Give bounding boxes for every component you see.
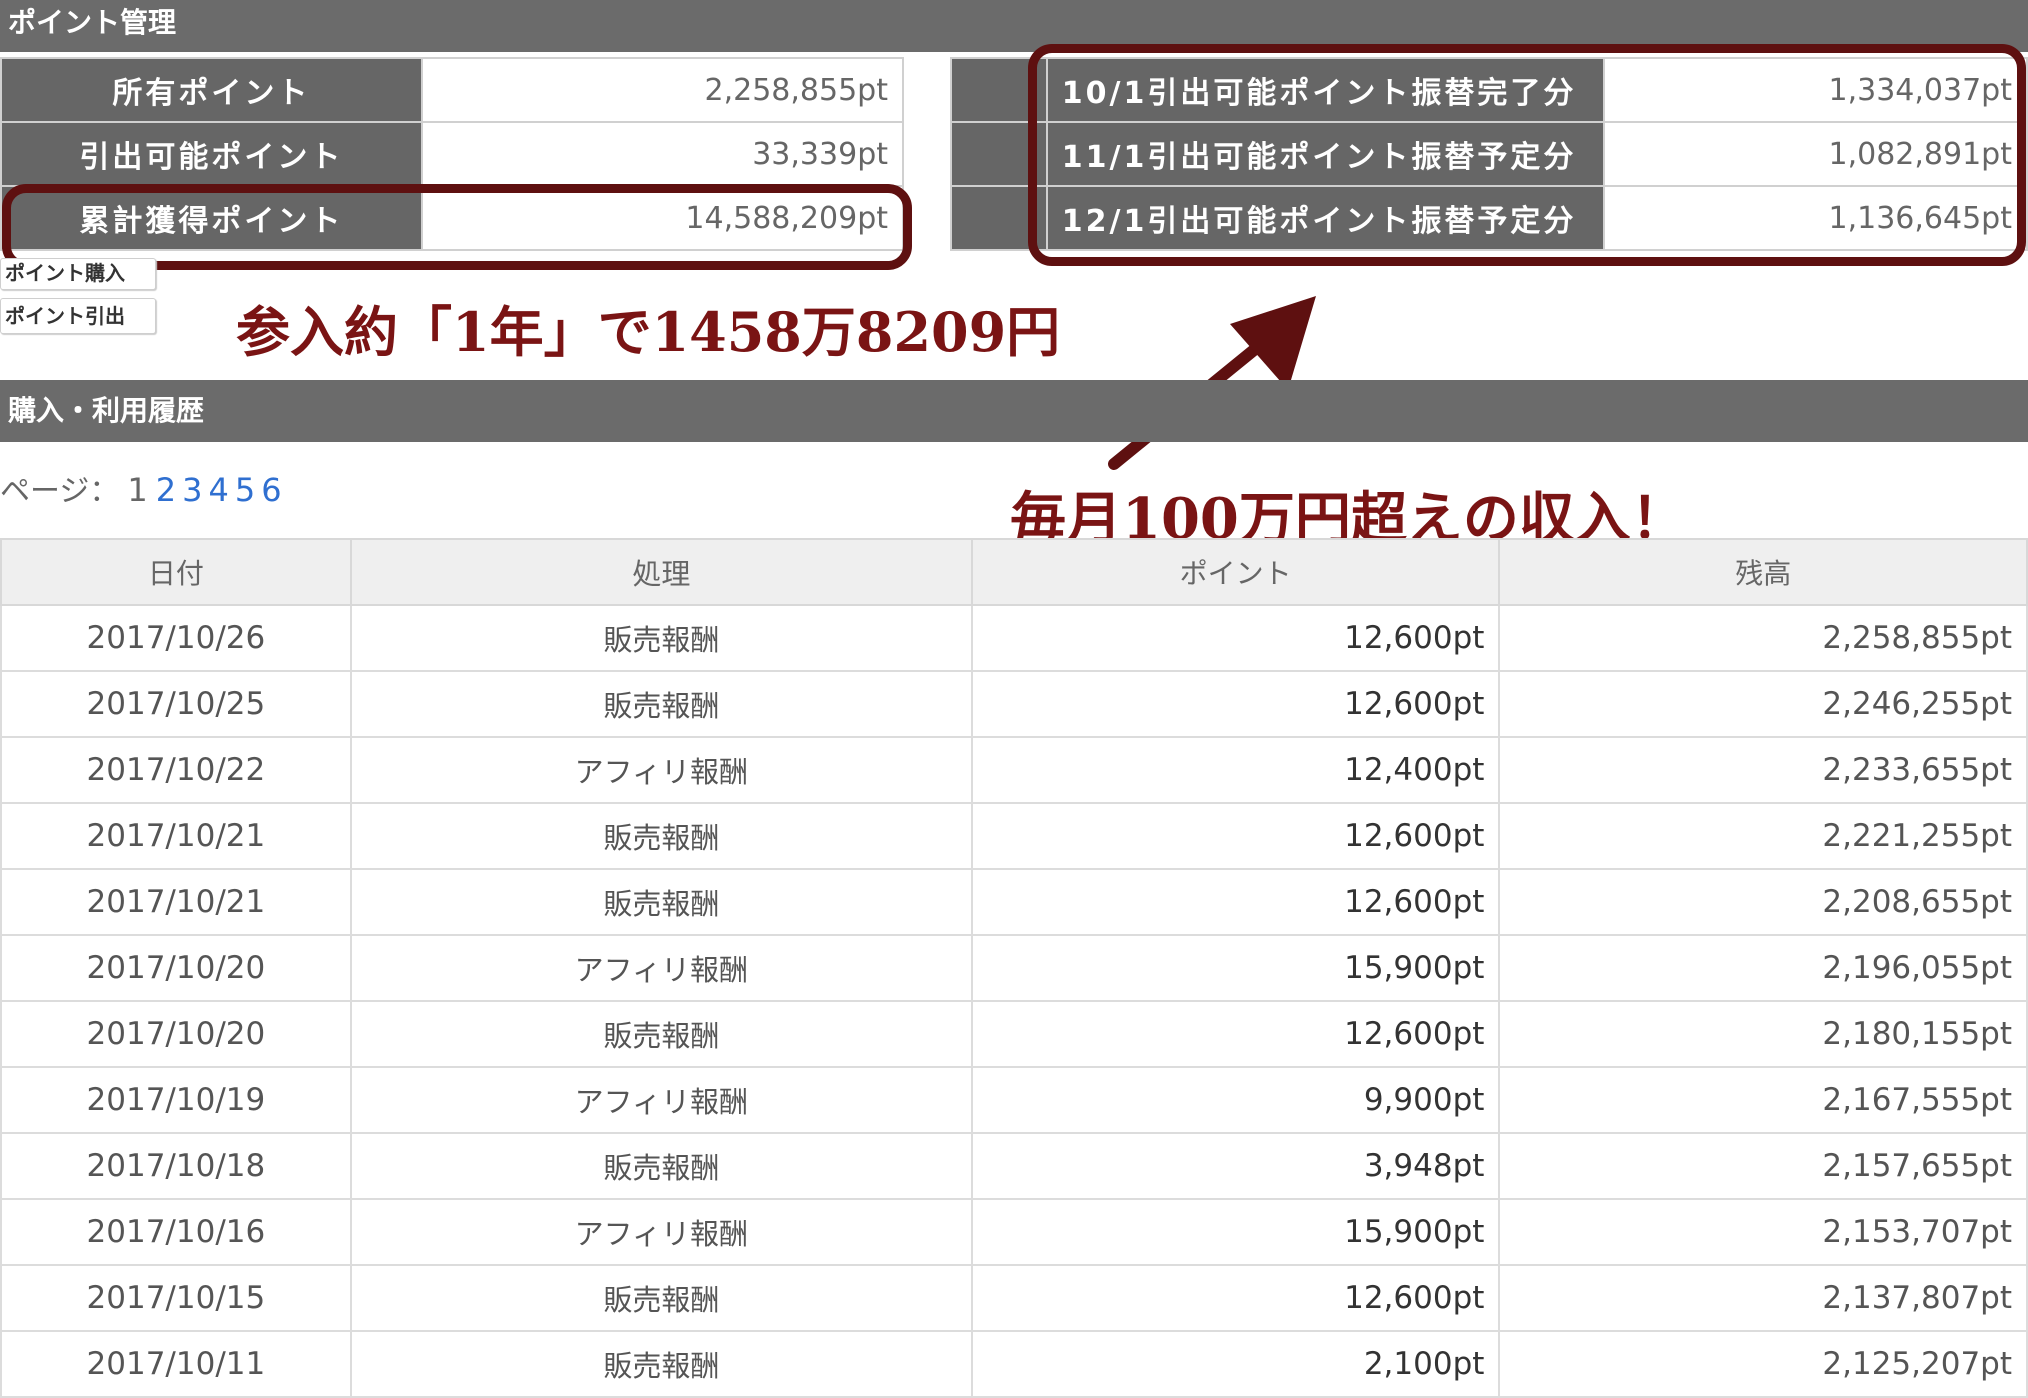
row-date: 2017/10/19: [0, 1066, 352, 1134]
page-link-3[interactable]: 3: [182, 471, 202, 509]
row-date: 2017/10/22: [0, 736, 352, 804]
highlight-transfer-box: [1028, 44, 2026, 266]
row-points: 15,900pt: [970, 1198, 1501, 1266]
row-points: 2,100pt: [970, 1330, 1501, 1398]
history-header: 購入・利用履歴: [0, 380, 2028, 442]
row-points: 12,600pt: [970, 604, 1501, 672]
withdrawable-points-value: 33,339pt: [420, 121, 905, 187]
row-balance: 2,196,055pt: [1498, 934, 2028, 1002]
table-row: 2017/10/18 販売報酬 3,948pt 2,157,655pt: [0, 1132, 2028, 1200]
table-row: 2017/10/11 販売報酬 2,100pt 2,125,207pt: [0, 1330, 2028, 1398]
total-earnings-note: 参入約「1年」で1458万8209円: [236, 300, 1061, 364]
table-row: 2017/10/16 アフィリ報酬 15,900pt 2,153,707pt: [0, 1198, 2028, 1266]
row-process: 販売報酬: [349, 604, 973, 672]
row-balance: 2,233,655pt: [1498, 736, 2028, 804]
row-points: 9,900pt: [970, 1066, 1501, 1134]
row-points: 12,600pt: [970, 802, 1501, 870]
row-process: アフィリ報酬: [349, 736, 973, 804]
table-row: 2017/10/19 アフィリ報酬 9,900pt 2,167,555pt: [0, 1066, 2028, 1134]
owned-points-label: 所有ポイント: [0, 57, 423, 123]
row-balance: 2,153,707pt: [1498, 1198, 2028, 1266]
summary-row: 引出可能ポイント 33,339pt: [0, 121, 905, 187]
row-process: 販売報酬: [349, 1000, 973, 1068]
row-date: 2017/10/16: [0, 1198, 352, 1266]
row-points: 12,600pt: [970, 868, 1501, 936]
row-points: 3,948pt: [970, 1132, 1501, 1200]
row-balance: 2,208,655pt: [1498, 868, 2028, 936]
row-points: 12,400pt: [970, 736, 1501, 804]
table-row: 2017/10/25 販売報酬 12,600pt 2,246,255pt: [0, 670, 2028, 738]
row-process: 販売報酬: [349, 1264, 973, 1332]
row-date: 2017/10/21: [0, 868, 352, 936]
row-balance: 2,157,655pt: [1498, 1132, 2028, 1200]
row-balance: 2,221,255pt: [1498, 802, 2028, 870]
row-process: 販売報酬: [349, 868, 973, 936]
page-link-5[interactable]: 5: [235, 471, 255, 509]
row-date: 2017/10/20: [0, 934, 352, 1002]
row-process: アフィリ報酬: [349, 934, 973, 1002]
row-points: 12,600pt: [970, 670, 1501, 738]
col-points-header: ポイント: [970, 538, 1501, 606]
row-process: 販売報酬: [349, 1330, 973, 1398]
row-date: 2017/10/26: [0, 604, 352, 672]
point-withdraw-button[interactable]: ポイント引出: [0, 298, 156, 334]
page-title: ポイント管理: [8, 6, 177, 39]
row-date: 2017/10/20: [0, 1000, 352, 1068]
page-link-6[interactable]: 6: [261, 471, 281, 509]
row-balance: 2,180,155pt: [1498, 1000, 2028, 1068]
history-table-body: 2017/10/26 販売報酬 12,600pt 2,258,855pt 2017/10…: [0, 604, 2028, 1398]
pager-label: ページ：: [0, 474, 120, 509]
table-row: 2017/10/26 販売報酬 12,600pt 2,258,855pt: [0, 604, 2028, 672]
col-balance-header: 残高: [1498, 538, 2028, 606]
row-points: 15,900pt: [970, 934, 1501, 1002]
row-process: アフィリ報酬: [349, 1198, 973, 1266]
table-row: 2017/10/22 アフィリ報酬 12,400pt 2,233,655pt: [0, 736, 2028, 804]
col-date-header: 日付: [0, 538, 352, 606]
row-date: 2017/10/15: [0, 1264, 352, 1332]
owned-points-value: 2,258,855pt: [420, 57, 905, 123]
row-date: 2017/10/18: [0, 1132, 352, 1200]
table-row: 2017/10/15 販売報酬 12,600pt 2,137,807pt: [0, 1264, 2028, 1332]
page-link-2[interactable]: 2: [156, 471, 176, 509]
row-balance: 2,167,555pt: [1498, 1066, 2028, 1134]
history-table: 日付 処理 ポイント 残高 2017/10/26 販売報酬 12,600pt 2,25…: [0, 538, 2028, 1398]
row-balance: 2,125,207pt: [1498, 1330, 2028, 1398]
row-date: 2017/10/25: [0, 670, 352, 738]
row-date: 2017/10/11: [0, 1330, 352, 1398]
row-points: 12,600pt: [970, 1264, 1501, 1332]
pagination: ページ： 1 2 3 4 5 6: [0, 466, 288, 510]
table-row: 2017/10/20 販売報酬 12,600pt 2,180,155pt: [0, 1000, 2028, 1068]
row-points: 12,600pt: [970, 1000, 1501, 1068]
row-balance: 2,246,255pt: [1498, 670, 2028, 738]
row-date: 2017/10/21: [0, 802, 352, 870]
page-link-4[interactable]: 4: [208, 471, 228, 509]
summary-row: 所有ポイント 2,258,855pt: [0, 57, 905, 123]
row-process: 販売報酬: [349, 1132, 973, 1200]
current-page: 1: [127, 471, 148, 509]
history-title: 購入・利用履歴: [8, 394, 205, 427]
point-purchase-button[interactable]: ポイント購入: [0, 258, 156, 290]
table-row: 2017/10/20 アフィリ報酬 15,900pt 2,196,055pt: [0, 934, 2028, 1002]
table-header-row: 日付 処理 ポイント 残高: [0, 538, 2028, 606]
row-process: 販売報酬: [349, 670, 973, 738]
row-balance: 2,258,855pt: [1498, 604, 2028, 672]
table-row: 2017/10/21 販売報酬 12,600pt 2,221,255pt: [0, 802, 2028, 870]
col-process-header: 処理: [349, 538, 973, 606]
table-row: 2017/10/21 販売報酬 12,600pt 2,208,655pt: [0, 868, 2028, 936]
row-process: アフィリ報酬: [349, 1066, 973, 1134]
row-balance: 2,137,807pt: [1498, 1264, 2028, 1332]
row-process: 販売報酬: [349, 802, 973, 870]
withdrawable-points-label: 引出可能ポイント: [0, 121, 423, 187]
